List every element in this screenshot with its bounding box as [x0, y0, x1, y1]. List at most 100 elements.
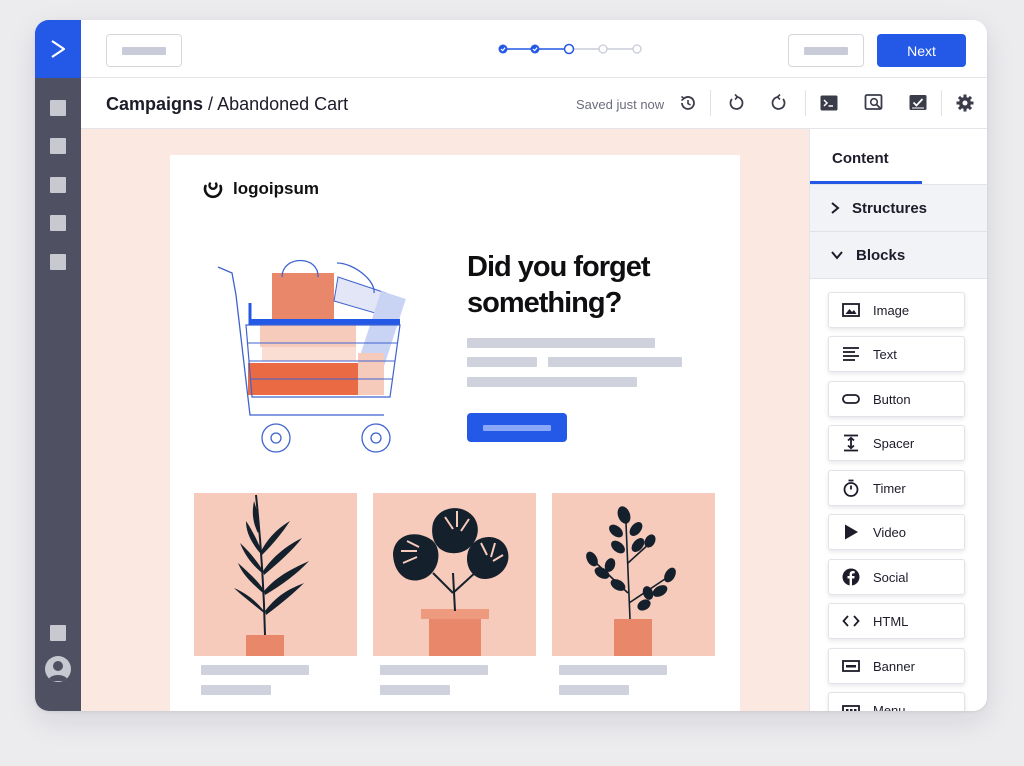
rail-nav-item[interactable] — [50, 100, 66, 116]
product-price-placeholder — [201, 685, 271, 695]
facebook-icon — [841, 567, 861, 587]
block-banner[interactable]: Banner — [828, 648, 965, 684]
block-label: HTML — [873, 613, 909, 629]
rail-nav-item[interactable] — [50, 625, 66, 641]
block-label: Social — [873, 569, 909, 585]
block-label: Timer — [873, 480, 906, 496]
blocks-section-toggle[interactable]: Blocks — [810, 232, 987, 279]
tab-content-label: Content — [832, 150, 889, 167]
left-rail — [35, 20, 81, 711]
secondary-button-placeholder — [804, 46, 848, 55]
block-label: Text — [873, 346, 897, 362]
block-label: Button — [873, 391, 911, 407]
progress-stepper — [498, 43, 642, 55]
back-button[interactable] — [106, 34, 182, 67]
undo-button[interactable] — [724, 91, 748, 115]
code-icon — [820, 95, 838, 111]
product-title-placeholder — [201, 665, 309, 675]
menu-icon — [841, 700, 861, 711]
redo-button[interactable] — [767, 91, 791, 115]
block-video[interactable]: Video — [828, 514, 965, 550]
video-icon — [841, 522, 861, 542]
rail-nav-item[interactable] — [50, 254, 66, 270]
toolbar-divider — [805, 90, 806, 116]
breadcrumb-section[interactable]: Campaigns — [106, 94, 203, 114]
text-placeholder-line — [467, 338, 655, 348]
rail-nav-item[interactable] — [50, 138, 66, 154]
settings-button[interactable] — [953, 91, 977, 115]
checklist-icon — [909, 95, 927, 110]
product-price-placeholder — [380, 685, 450, 695]
redo-icon — [771, 93, 786, 110]
app-window: Next Campaigns / Abandoned Cart Saved ju… — [35, 20, 987, 711]
image-icon — [841, 300, 861, 320]
block-text[interactable]: Text — [828, 336, 965, 372]
code-brackets-icon — [841, 611, 861, 631]
monstera-plant-illustration — [393, 508, 509, 656]
preview-icon — [864, 94, 883, 110]
structures-label: Structures — [852, 199, 928, 217]
block-label: Spacer — [873, 435, 915, 451]
top-header: Next — [81, 20, 987, 78]
email-preview[interactable]: logoipsum Did you forget something? — [170, 155, 740, 711]
block-image[interactable]: Image — [828, 292, 965, 328]
history-icon — [681, 95, 695, 110]
product-card-image[interactable] — [373, 493, 536, 656]
checklist-button[interactable] — [906, 91, 930, 115]
avatar[interactable] — [45, 656, 71, 682]
step-current-icon[interactable] — [563, 43, 575, 55]
secondary-action-button[interactable] — [788, 34, 864, 67]
editor-canvas[interactable]: logoipsum Did you forget something? — [81, 129, 809, 711]
history-button[interactable] — [676, 91, 700, 115]
block-spacer[interactable]: Spacer — [828, 425, 965, 461]
chevron-right-icon — [831, 202, 840, 214]
save-status: Saved just now — [576, 97, 665, 112]
block-button[interactable]: Button — [828, 381, 965, 417]
breadcrumb-page: Abandoned Cart — [217, 94, 349, 114]
logo-mark-icon — [203, 182, 223, 199]
undo-icon — [729, 93, 744, 110]
breadcrumb: Campaigns / Abandoned Cart — [106, 94, 348, 115]
product-title-placeholder — [380, 665, 488, 675]
app-logo-button[interactable] — [35, 20, 81, 78]
code-view-button[interactable] — [817, 91, 841, 115]
block-timer[interactable]: Timer — [828, 470, 965, 506]
blocks-label: Blocks — [856, 246, 906, 264]
rail-nav-item[interactable] — [50, 177, 66, 193]
tab-content[interactable]: Content — [810, 129, 987, 185]
product-card-image[interactable] — [552, 493, 715, 656]
text-placeholder-line — [467, 377, 637, 387]
cta-label-placeholder — [483, 424, 551, 431]
text-icon — [841, 344, 861, 364]
step-complete-icon[interactable] — [498, 44, 508, 54]
block-label: Banner — [873, 658, 915, 674]
block-html[interactable]: HTML — [828, 603, 965, 639]
email-brand[interactable]: logoipsum — [201, 177, 319, 201]
rail-nav-item[interactable] — [50, 215, 66, 231]
sub-header: Campaigns / Abandoned Cart Saved just no… — [81, 78, 987, 129]
palm-plant-illustration — [234, 494, 309, 656]
preview-button[interactable] — [862, 91, 886, 115]
next-button[interactable]: Next — [877, 34, 966, 67]
zz-plant-illustration — [586, 506, 676, 656]
step-complete-icon[interactable] — [530, 44, 540, 54]
step-pending-icon[interactable] — [598, 44, 608, 54]
step-pending-icon[interactable] — [632, 44, 642, 54]
timer-icon — [841, 478, 861, 498]
email-headline[interactable]: Did you forget something? — [467, 249, 707, 321]
brand-name: logoipsum — [233, 179, 319, 198]
button-icon — [841, 389, 861, 409]
block-social[interactable]: Social — [828, 559, 965, 595]
settings-icon — [956, 94, 974, 112]
spacer-icon — [841, 433, 861, 453]
block-menu[interactable]: Menu — [828, 692, 965, 711]
banner-icon — [841, 656, 861, 676]
product-card-image[interactable] — [194, 493, 357, 656]
email-cta-button[interactable] — [467, 413, 567, 442]
block-label: Image — [873, 302, 910, 318]
toolbar-divider — [710, 90, 711, 116]
user-icon — [48, 661, 68, 681]
active-tab-indicator — [810, 181, 922, 184]
structures-section-toggle[interactable]: Structures — [810, 185, 987, 232]
back-button-placeholder — [122, 46, 166, 55]
